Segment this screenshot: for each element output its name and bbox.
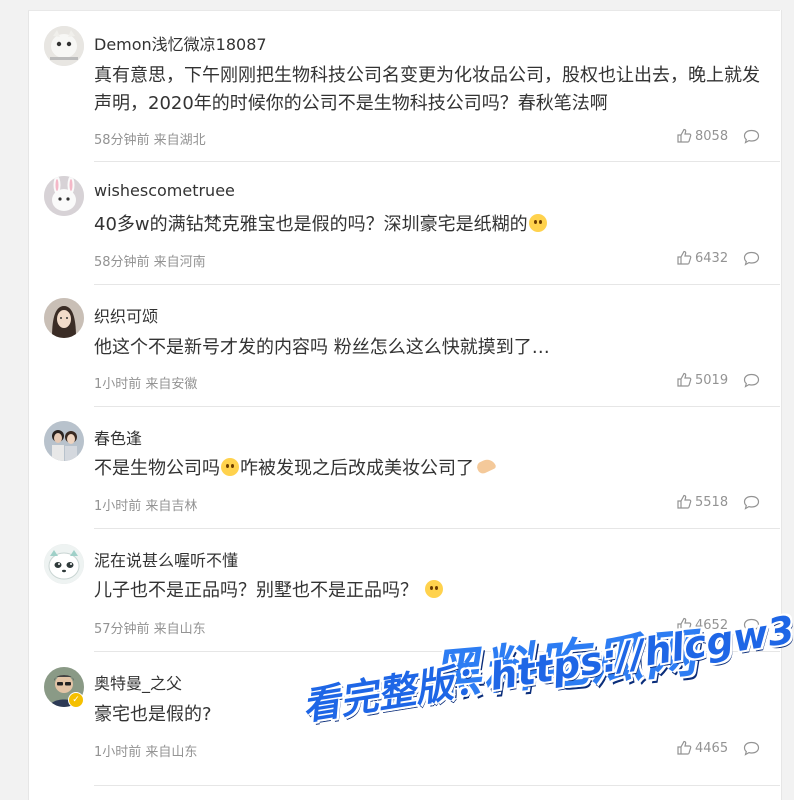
thumbs-up-icon — [677, 740, 692, 755]
hand-emoji-icon — [475, 456, 497, 476]
like-count: 4465 — [695, 740, 729, 756]
thumbs-up-icon — [677, 128, 692, 143]
comment-text: 40多w的满钻梵克雅宝也是假的吗？深圳豪宅是纸糊的 — [94, 211, 764, 239]
comment-item: 织织可颂 他这个不是新号才发的内容吗 粉丝怎么这么快就摸到了… 1小时前 来自安… — [28, 285, 780, 407]
comment-meta: 57分钟前 来自山东 — [94, 622, 206, 637]
comment-meta: 1小时前 来自吉林 — [94, 499, 198, 514]
reply-icon[interactable] — [743, 495, 760, 510]
thumbs-up-icon — [677, 372, 692, 387]
divider — [94, 785, 780, 786]
comment-meta: 1小时前 来自山东 — [94, 745, 198, 760]
comment-item: wishescometruee 40多w的满钻梵克雅宝也是假的吗？深圳豪宅是纸糊… — [28, 163, 780, 285]
like-button[interactable]: 5019 — [676, 372, 728, 388]
like-button[interactable]: 8058 — [676, 128, 728, 144]
username[interactable]: wishescometruee — [94, 181, 235, 200]
avatar[interactable] — [44, 298, 84, 338]
reply-icon[interactable] — [743, 251, 760, 266]
comment-text: 不是生物公司吗 咋被发现之后改成美妆公司了 — [94, 455, 764, 483]
eye-roll-emoji-icon — [424, 580, 443, 598]
username[interactable]: 织织可颂 — [94, 303, 158, 327]
like-button[interactable]: 4465 — [676, 740, 728, 756]
comment-text: 他这个不是新号才发的内容吗 粉丝怎么这么快就摸到了… — [94, 337, 550, 358]
comment-text: 儿子也不是正品吗？别墅也不是正品吗？ — [94, 577, 764, 605]
like-button[interactable]: 5518 — [676, 494, 728, 510]
comment-item: Demon浅忆微凉18087 真有意思，下午刚刚把生物科技公司名变更为化妆品公司… — [28, 12, 780, 162]
username[interactable]: 春色逢 — [94, 425, 142, 449]
reply-icon[interactable] — [743, 129, 760, 144]
surprised-emoji-icon — [221, 458, 239, 476]
panel-top-border — [28, 10, 780, 11]
reply-icon[interactable] — [743, 373, 760, 388]
avatar[interactable] — [44, 421, 84, 461]
thinking-emoji-icon — [528, 214, 547, 232]
avatar[interactable] — [44, 176, 84, 216]
like-count: 5019 — [695, 372, 729, 388]
comment-meta: 58分钟前 来自湖北 — [94, 133, 206, 148]
comment-text: 真有意思，下午刚刚把生物科技公司名变更为化妆品公司，股权也让出去，晚上就发声明，… — [94, 65, 760, 114]
avatar[interactable] — [44, 26, 84, 66]
reply-icon[interactable] — [743, 741, 760, 756]
thumbs-up-icon — [677, 494, 692, 509]
like-count: 8058 — [695, 128, 729, 144]
thumbs-up-icon — [677, 250, 692, 265]
username[interactable]: 奥特曼_之父 — [94, 670, 182, 694]
like-count: 5518 — [695, 494, 729, 510]
avatar[interactable] — [44, 544, 84, 584]
username[interactable]: Demon浅忆微凉18087 — [94, 31, 267, 55]
comment-meta: 58分钟前 来自河南 — [94, 255, 206, 270]
like-button[interactable]: 6432 — [676, 250, 728, 266]
comment-meta: 1小时前 来自安徽 — [94, 377, 198, 392]
username[interactable]: 泥在说甚么喔听不懂 — [94, 547, 238, 571]
divider — [94, 161, 780, 162]
like-count: 6432 — [695, 250, 729, 266]
comment-item: 春色逢 不是生物公司吗 咋被发现之后改成美妆公司了 1小时前 来自吉林 5518 — [28, 407, 780, 529]
verified-badge-icon: ✓ — [68, 692, 84, 708]
